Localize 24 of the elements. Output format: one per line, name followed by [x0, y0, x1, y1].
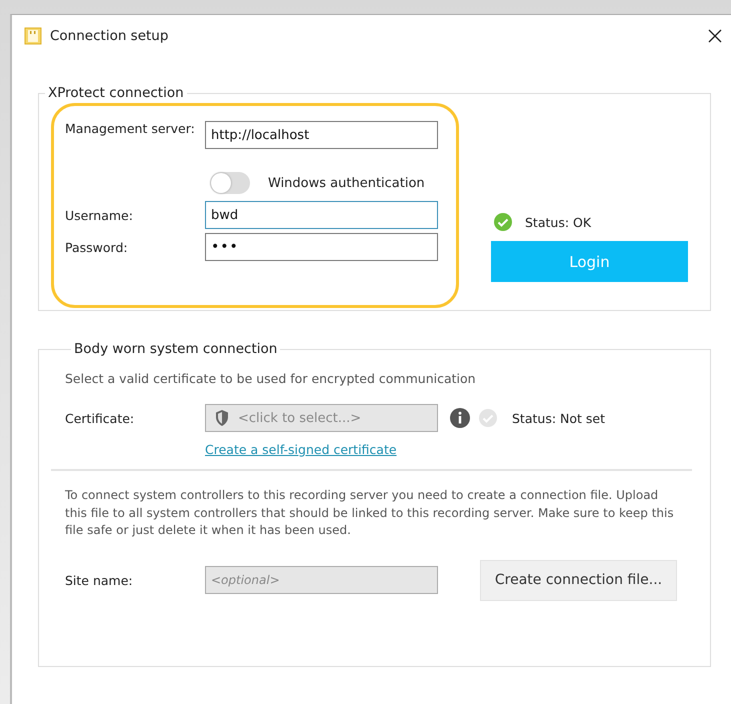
field-label: Management server:: [65, 121, 196, 136]
description-text: To connect system controllers to this recording server you need to create a connection file. Upload this file to all system controllers that should be linked to this recording server. Make sure to keep this file safe or just delete it when it has been used.: [65, 487, 675, 539]
group-title: XProtect connection: [47, 85, 185, 101]
app-icon: [24, 27, 42, 45]
username-field[interactable]: bwd: [205, 201, 438, 229]
field-label: Password:: [65, 240, 129, 254]
site-name-field[interactable]: <optional>: [205, 566, 438, 594]
password-field[interactable]: •••: [205, 233, 438, 261]
status-text: Status: OK: [525, 214, 592, 230]
status-text: Status: Not set: [512, 410, 605, 426]
create-file-button[interactable]: Create connection file...: [480, 560, 677, 600]
info-icon[interactable]: [450, 408, 470, 428]
shield-icon: [214, 409, 230, 427]
field-label: Username:: [65, 208, 134, 222]
window-title: Connection setup: [50, 28, 168, 44]
group-title: Body worn system connection: [73, 341, 278, 357]
field-label: Site name:: [65, 572, 134, 588]
toggle-label: Windows authentication: [268, 176, 425, 190]
toggle-switch[interactable]: [210, 172, 250, 194]
field-label: Certificate:: [65, 410, 136, 426]
close-icon: [708, 29, 722, 43]
server-field[interactable]: http://localhost: [205, 121, 438, 149]
hint-text: Select a valid certificate to be used for encrypted communication: [65, 371, 477, 386]
create-certificate-link[interactable]: Create a self-signed certificate: [205, 442, 397, 457]
